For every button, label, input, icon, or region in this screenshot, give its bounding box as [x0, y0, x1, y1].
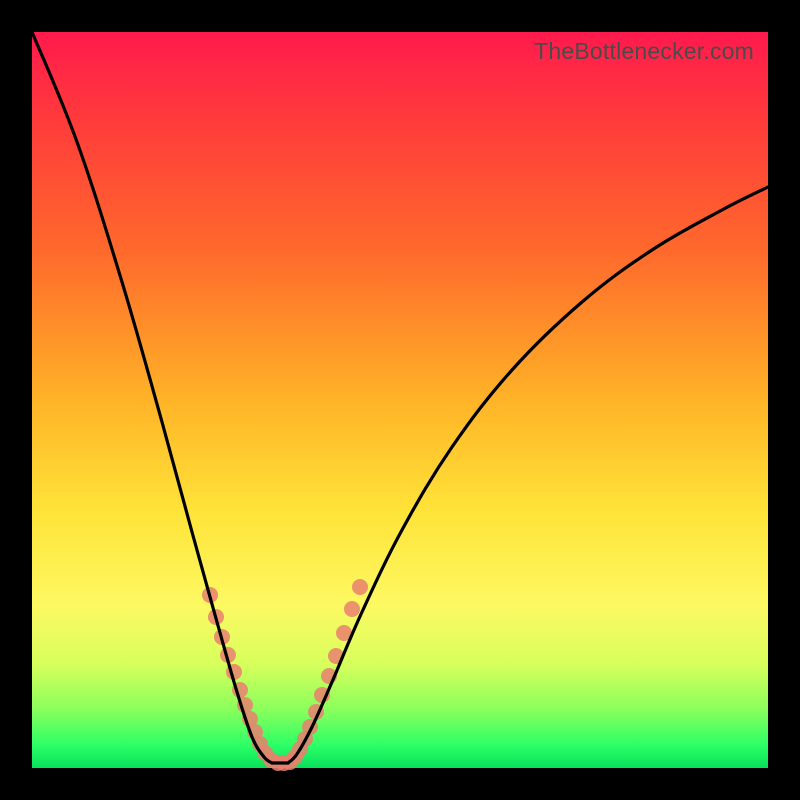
curve-left-branch — [32, 32, 272, 763]
scatter-dot — [352, 579, 368, 595]
curve-layer — [32, 32, 768, 768]
scatter-dot — [344, 601, 360, 617]
chart-frame: TheBottlenecker.com — [0, 0, 800, 800]
plot-area: TheBottlenecker.com — [32, 32, 768, 768]
curve-right-branch — [288, 187, 768, 763]
scatter-dots — [202, 579, 368, 771]
